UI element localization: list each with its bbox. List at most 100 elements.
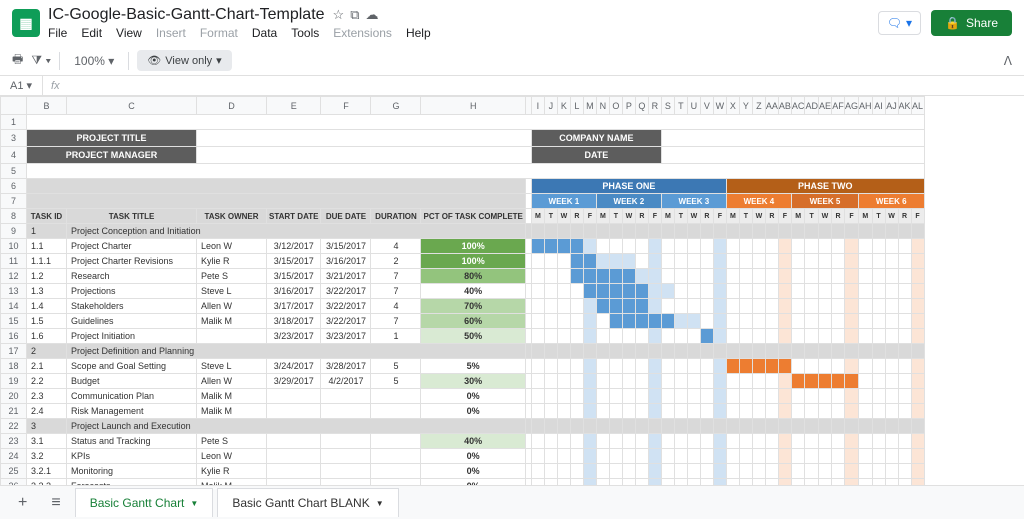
cell[interactable] (674, 419, 687, 434)
cell[interactable] (818, 374, 831, 389)
cell[interactable] (818, 224, 831, 239)
menu-file[interactable]: File (48, 26, 67, 40)
cell[interactable] (557, 239, 570, 254)
cell[interactable]: 3.2.1 (27, 464, 67, 479)
cell[interactable] (858, 269, 872, 284)
cell[interactable]: 1.6 (27, 329, 67, 344)
cell[interactable] (635, 314, 648, 329)
cell[interactable] (583, 434, 596, 449)
cell[interactable] (818, 284, 831, 299)
cell[interactable] (885, 344, 898, 359)
cell[interactable]: I (531, 97, 544, 115)
cell[interactable]: 10 (1, 239, 27, 254)
cell[interactable] (544, 419, 557, 434)
cell[interactable]: 3/18/2017 (267, 314, 321, 329)
cell[interactable] (831, 359, 844, 374)
cell[interactable] (583, 419, 596, 434)
cell[interactable] (831, 329, 844, 344)
document-title[interactable]: IC-Google-Basic-Gantt-Chart-Template (48, 6, 325, 24)
cell[interactable] (622, 284, 635, 299)
cell[interactable]: 1.2 (27, 269, 67, 284)
cell[interactable]: 4 (371, 239, 421, 254)
cell[interactable] (635, 359, 648, 374)
cell[interactable] (661, 404, 674, 419)
cell[interactable] (791, 284, 805, 299)
cell[interactable] (765, 284, 778, 299)
cell[interactable]: S (661, 97, 674, 115)
cell[interactable] (726, 299, 739, 314)
cell[interactable]: KPIs (67, 449, 197, 464)
cell[interactable] (726, 284, 739, 299)
cell[interactable] (805, 239, 819, 254)
add-sheet-button[interactable]: + (8, 488, 37, 518)
cell[interactable]: 3/22/2017 (321, 314, 371, 329)
menu-data[interactable]: Data (252, 26, 277, 40)
cell[interactable] (674, 269, 687, 284)
cell[interactable] (818, 419, 831, 434)
cell[interactable] (531, 299, 544, 314)
cell[interactable]: PHASE ONE (531, 179, 726, 194)
formula-input[interactable] (68, 83, 1024, 89)
cell[interactable] (898, 434, 911, 449)
cell[interactable] (713, 224, 726, 239)
cell[interactable] (791, 419, 805, 434)
cell[interactable] (531, 419, 544, 434)
cell[interactable] (818, 434, 831, 449)
cell[interactable]: COMPANY NAME (531, 130, 661, 147)
cell[interactable] (778, 314, 791, 329)
cell[interactable]: 14 (1, 299, 27, 314)
cell[interactable]: 15 (1, 314, 27, 329)
cell[interactable]: 21 (1, 404, 27, 419)
cell[interactable] (885, 314, 898, 329)
cell[interactable] (858, 329, 872, 344)
cell[interactable] (805, 344, 819, 359)
cell[interactable] (791, 464, 805, 479)
cell[interactable] (635, 269, 648, 284)
cell[interactable]: 2 (371, 254, 421, 269)
cell[interactable] (609, 314, 622, 329)
cell[interactable]: M (661, 209, 674, 224)
cell[interactable] (713, 284, 726, 299)
cell[interactable]: G (371, 97, 421, 115)
cell[interactable] (661, 224, 674, 239)
cell[interactable]: Monitoring (67, 464, 197, 479)
cell[interactable]: Risk Management (67, 404, 197, 419)
cell[interactable] (765, 269, 778, 284)
cell[interactable]: Steve L (197, 284, 267, 299)
cell[interactable] (713, 419, 726, 434)
cell[interactable] (831, 374, 844, 389)
cell[interactable] (687, 284, 700, 299)
cell[interactable]: F (321, 97, 371, 115)
cell[interactable] (739, 344, 752, 359)
menu-extensions[interactable]: Extensions (333, 26, 392, 40)
cell[interactable] (911, 314, 924, 329)
cell[interactable] (570, 449, 583, 464)
cell[interactable] (635, 254, 648, 269)
cell[interactable] (778, 359, 791, 374)
cell[interactable]: 4/2/2017 (321, 374, 371, 389)
cell[interactable]: 0% (421, 389, 525, 404)
cell[interactable] (27, 164, 925, 179)
cell[interactable] (791, 224, 805, 239)
cell[interactable] (531, 359, 544, 374)
cell[interactable] (791, 404, 805, 419)
cell[interactable]: 1.4 (27, 299, 67, 314)
cell[interactable] (622, 449, 635, 464)
cell[interactable] (872, 239, 885, 254)
cell[interactable] (557, 389, 570, 404)
sheet-tab-active[interactable]: Basic Gantt Chart▼ (75, 488, 214, 517)
cell[interactable]: 7 (371, 269, 421, 284)
cell[interactable]: 24 (1, 449, 27, 464)
cell[interactable] (739, 299, 752, 314)
cell[interactable] (570, 344, 583, 359)
cell[interactable]: R (570, 209, 583, 224)
cell[interactable] (700, 299, 713, 314)
cell[interactable] (609, 344, 622, 359)
cell[interactable]: 7 (371, 284, 421, 299)
cell[interactable] (739, 329, 752, 344)
cell[interactable] (700, 374, 713, 389)
cell[interactable] (661, 269, 674, 284)
cell[interactable]: 3/15/2017 (321, 239, 371, 254)
cell[interactable]: 3/24/2017 (267, 359, 321, 374)
cell[interactable]: 3/22/2017 (321, 284, 371, 299)
